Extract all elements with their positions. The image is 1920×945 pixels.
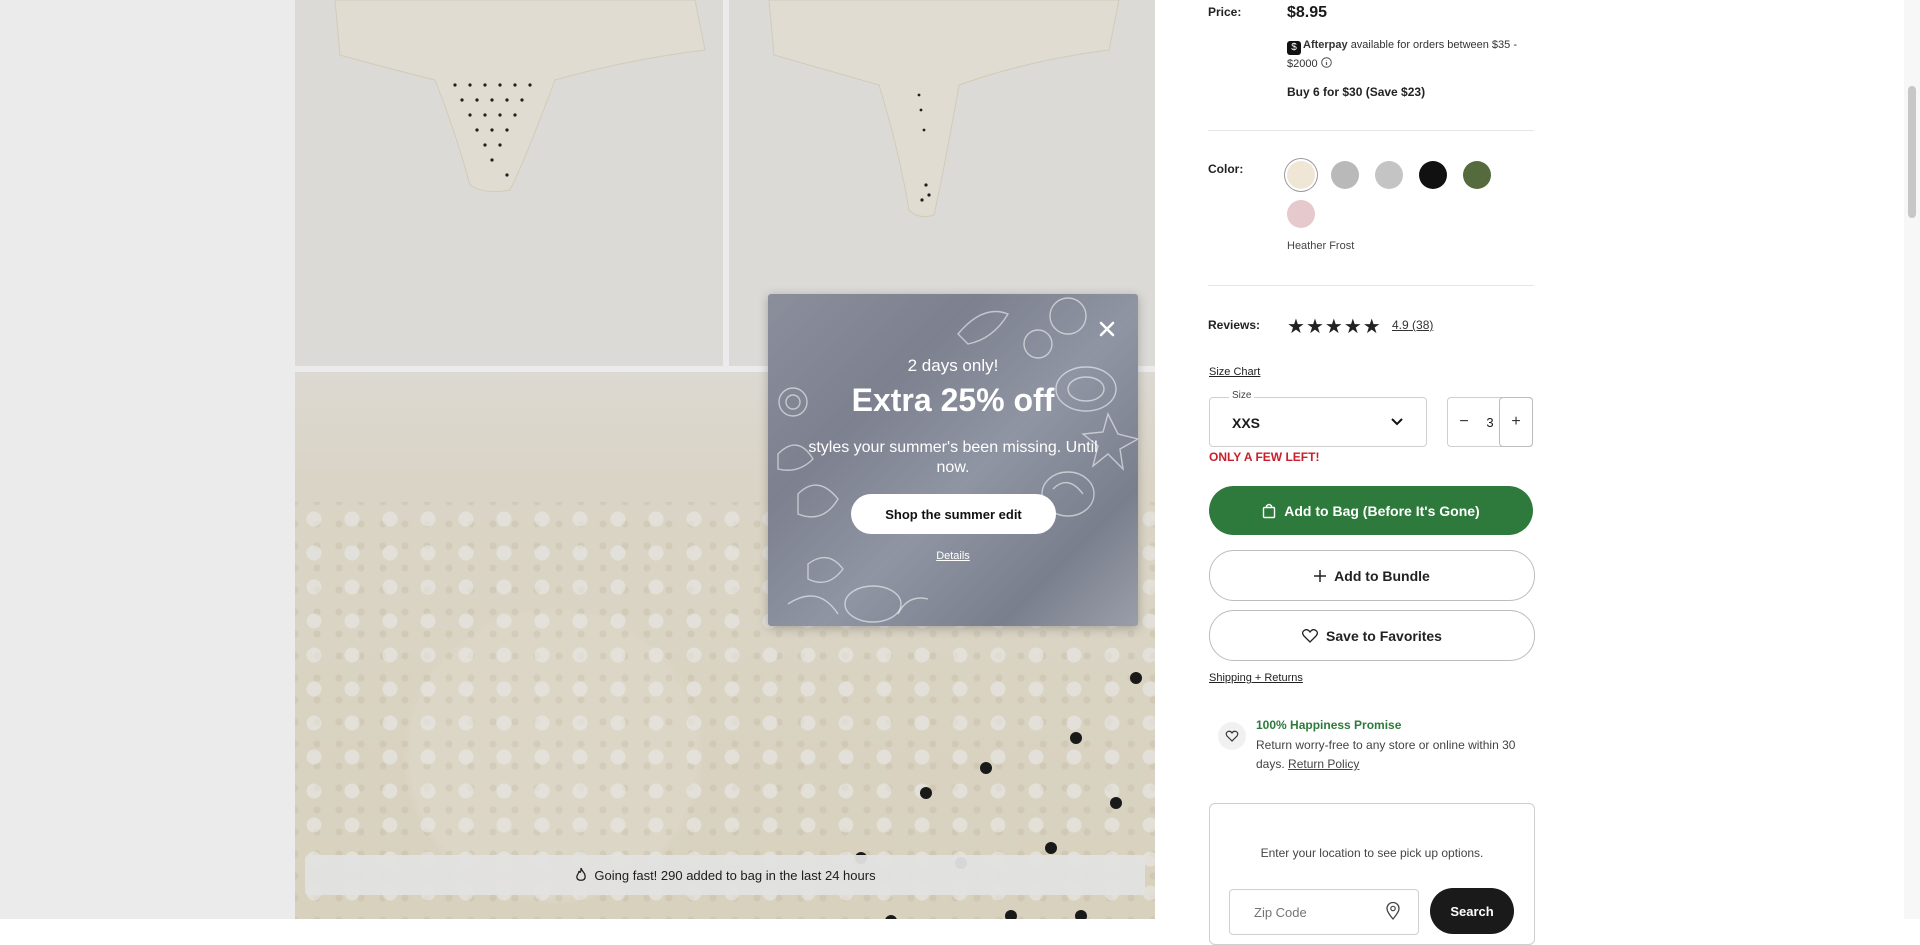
rating-value: 4.9: [1392, 318, 1409, 332]
star-rating: ★ ★ ★ ★ ★: [1287, 314, 1381, 339]
zip-code-field[interactable]: [1229, 889, 1419, 935]
flame-icon: [576, 867, 587, 881]
modal-headline: Extra 25% off: [851, 382, 1055, 418]
promo-modal: 2 days only! Extra 25% off styles your s…: [768, 294, 1138, 626]
location-pin-icon[interactable]: [1386, 902, 1400, 920]
bundle-promo: Buy 6 for $30 (Save $23): [1287, 85, 1426, 99]
bag-icon: [1263, 503, 1276, 518]
close-icon[interactable]: [1096, 318, 1118, 340]
afterpay-info: $ Afterpay available for orders between $…: [1287, 36, 1527, 73]
details-link[interactable]: Details: [768, 550, 1138, 562]
shipping-returns-link[interactable]: Shipping + Returns: [1209, 672, 1303, 684]
swatch-blush[interactable]: [1287, 200, 1315, 228]
add-to-bundle-button[interactable]: Add to Bundle: [1209, 550, 1535, 601]
page-scrollbar[interactable]: [1904, 0, 1920, 919]
shop-summer-edit-button[interactable]: Shop the summer edit: [851, 494, 1056, 534]
product-image-1[interactable]: [295, 0, 723, 366]
return-policy-link[interactable]: Return Policy: [1288, 757, 1359, 771]
color-label: Color:: [1208, 162, 1244, 176]
size-chart-link[interactable]: Size Chart: [1209, 366, 1260, 378]
toast-text: Going fast! 290 added to bag in the last…: [594, 867, 876, 883]
modal-body: styles your summer's been missing. Until…: [808, 439, 1098, 476]
chevron-down-icon: [1391, 418, 1403, 426]
star-icon: ★: [1324, 316, 1343, 338]
review-count: (38): [1412, 318, 1434, 332]
size-label: Size: [1229, 390, 1255, 401]
swatch-heather-frost[interactable]: [1287, 161, 1315, 189]
save-to-favorites-button[interactable]: Save to Favorites: [1209, 610, 1535, 661]
modal-subhead: 2 days only!: [907, 356, 999, 375]
info-icon[interactable]: [1320, 57, 1332, 68]
reviews-label: Reviews:: [1208, 318, 1261, 332]
plus-icon: [1314, 569, 1327, 582]
happiness-description: Return worry-free to any store or online…: [1256, 736, 1531, 774]
swatch-heather-grey[interactable]: [1331, 161, 1359, 189]
swatch-grey-dot[interactable]: [1375, 161, 1403, 189]
happiness-title: 100% Happiness Promise: [1256, 718, 1402, 732]
heart-icon: [1302, 628, 1319, 643]
star-icon: ★: [1287, 316, 1305, 338]
store-pickup-box: Enter your location to see pick up optio…: [1209, 803, 1535, 945]
quantity-stepper: − 3 +: [1447, 397, 1533, 447]
quantity-decrease-button[interactable]: −: [1448, 398, 1480, 446]
afterpay-logo-icon: $: [1287, 41, 1301, 55]
star-icon: ★: [1305, 316, 1324, 338]
size-select[interactable]: Size XXS: [1209, 390, 1427, 447]
quantity-increase-button[interactable]: +: [1499, 397, 1533, 447]
scrollbar-thumb[interactable]: [1908, 86, 1916, 218]
swatch-black[interactable]: [1419, 161, 1447, 189]
zip-code-input[interactable]: [1252, 904, 1376, 921]
add-to-bag-label: Add to Bag (Before It's Gone): [1284, 502, 1480, 519]
swatch-olive[interactable]: [1463, 161, 1491, 189]
selected-color-name: Heather Frost: [1287, 240, 1355, 252]
add-to-bundle-label: Add to Bundle: [1334, 567, 1430, 584]
price-label: Price:: [1208, 5, 1242, 19]
quantity-value[interactable]: 3: [1480, 398, 1500, 446]
star-icon: ★: [1343, 316, 1362, 338]
divider: [1208, 285, 1534, 286]
low-stock-warning: ONLY A FEW LEFT!: [1209, 450, 1320, 464]
divider: [1208, 130, 1534, 131]
afterpay-brand: Afterpay: [1303, 39, 1348, 51]
add-to-bag-button[interactable]: Add to Bag (Before It's Gone): [1209, 486, 1533, 535]
size-value: XXS: [1232, 415, 1261, 431]
heart-hand-icon: [1218, 722, 1246, 750]
price-value: $8.95: [1287, 4, 1328, 21]
search-button[interactable]: Search: [1430, 888, 1514, 934]
pickup-message: Enter your location to see pick up optio…: [1260, 846, 1484, 860]
save-favorites-label: Save to Favorites: [1326, 627, 1442, 644]
star-icon: ★: [1362, 316, 1381, 338]
social-proof-toast: Going fast! 290 added to bag in the last…: [305, 855, 1145, 895]
rating-link[interactable]: 4.9 (38): [1392, 318, 1433, 332]
